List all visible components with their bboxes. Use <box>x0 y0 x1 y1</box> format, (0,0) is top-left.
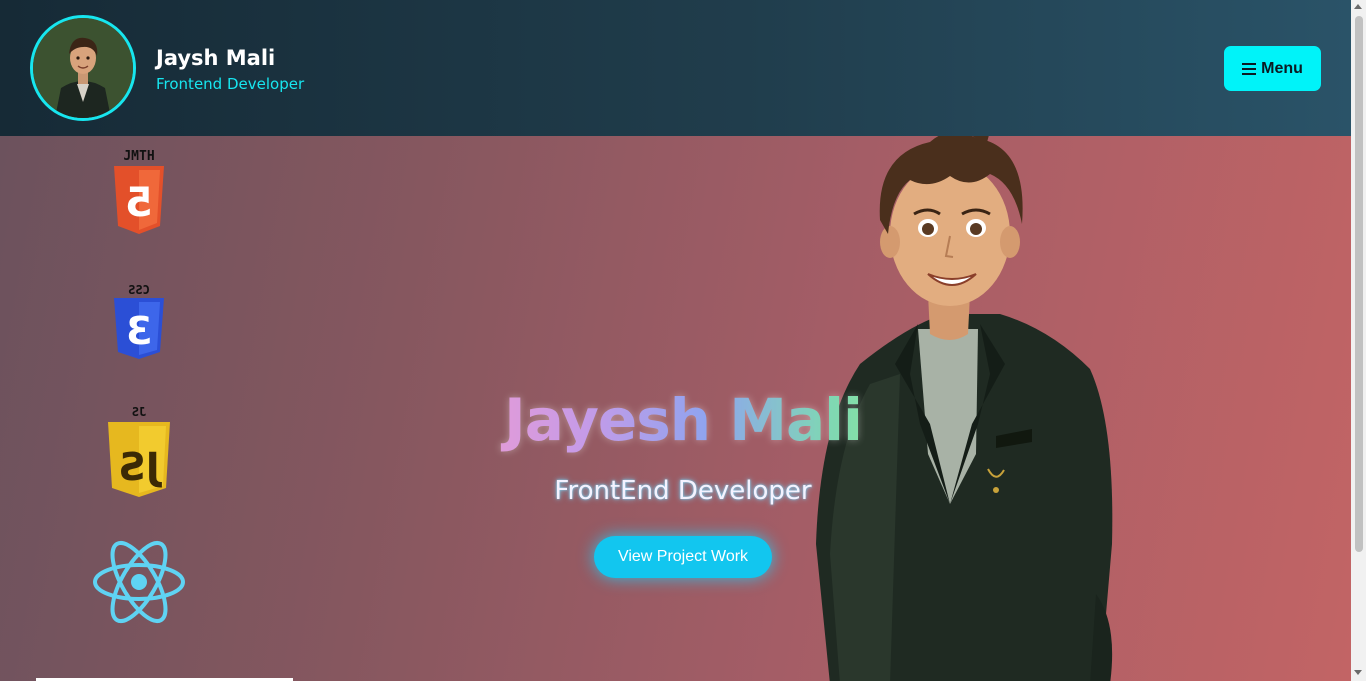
hamburger-icon <box>1242 62 1257 75</box>
scroll-thumb[interactable] <box>1355 16 1363 552</box>
avatar-portrait <box>33 18 133 118</box>
vertical-scrollbar[interactable] <box>1351 0 1366 681</box>
menu-label: Menu <box>1261 59 1303 77</box>
css3-label: CSS <box>128 283 150 297</box>
menu-button[interactable]: Menu <box>1224 46 1321 91</box>
hero-section: JMTH 5 CSS 3 JS JS Jayesh Mali FrontEnd … <box>0 136 1351 681</box>
view-project-work-button[interactable]: View Project Work <box>594 536 772 578</box>
html5-label: JMTH <box>123 149 154 164</box>
css3-icon: CSS 3 <box>110 282 168 368</box>
scroll-down-icon[interactable] <box>1354 670 1362 675</box>
profile-avatar[interactable] <box>30 15 136 121</box>
brand-role: Frontend Developer <box>156 75 305 93</box>
js-glyph: JS <box>118 445 163 489</box>
brand-name: Jaysh Mali <box>156 46 276 70</box>
scroll-up-icon[interactable] <box>1354 4 1362 9</box>
hero-subtitle: FrontEnd Developer <box>554 476 812 506</box>
hero-title: Jayesh Mali <box>440 386 926 454</box>
css3-glyph: 3 <box>126 309 152 353</box>
js-label: JS <box>132 405 146 419</box>
javascript-icon: JS JS <box>106 404 172 504</box>
html5-glyph: 5 <box>125 180 153 226</box>
react-icon <box>92 536 186 632</box>
site-header: Jaysh Mali Frontend Developer Menu <box>0 0 1351 136</box>
html5-icon: JMTH 5 <box>110 146 168 242</box>
